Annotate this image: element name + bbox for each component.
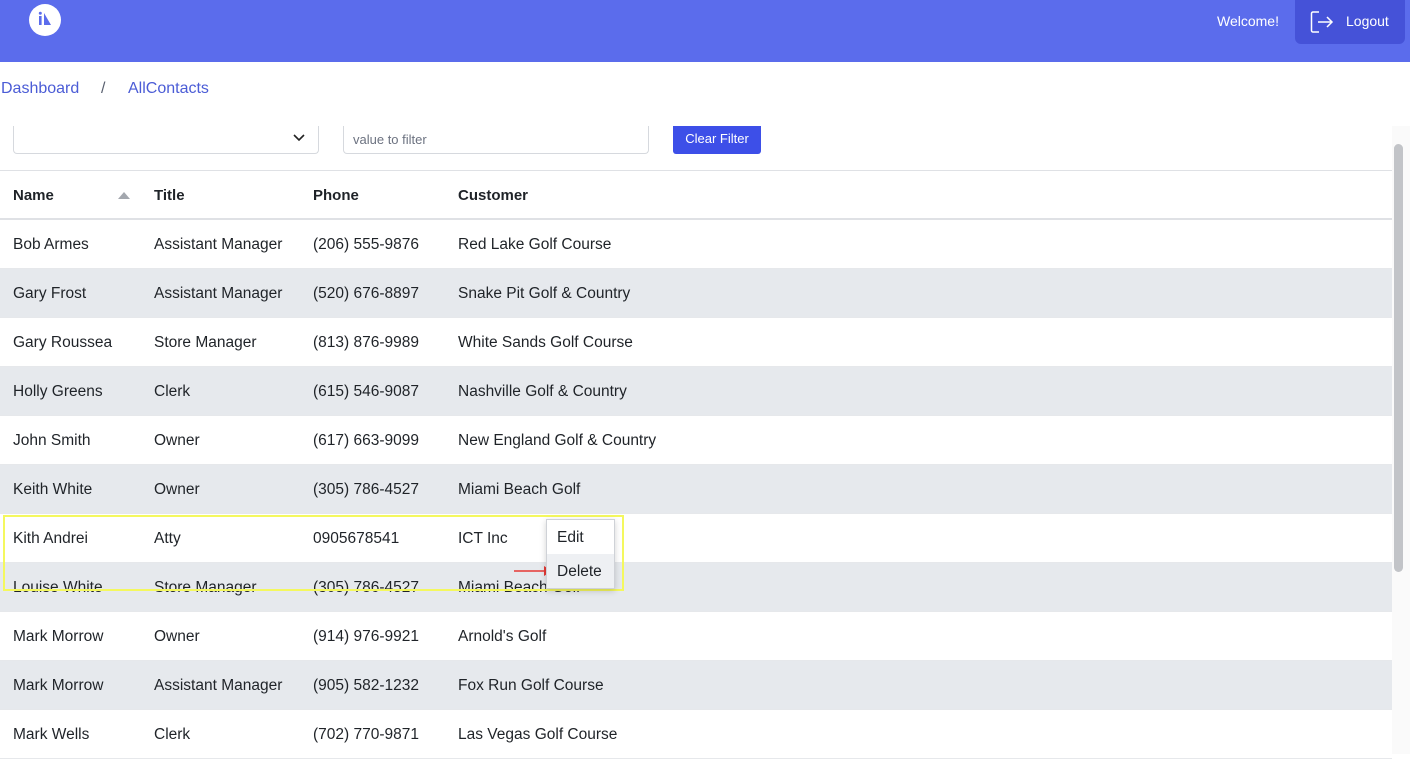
cell-phone: (905) 582-1232 [313,677,419,694]
cell-phone: (813) 876-9989 [313,334,419,351]
cell-name: Holly Greens [13,383,103,400]
cell-title: Assistant Manager [154,677,283,694]
cell-name: Mark Morrow [13,628,104,645]
cell-customer: Nashville Golf & Country [458,383,627,400]
filter-bar: Clear Filter [0,122,1392,162]
table-row[interactable]: Gary Roussea Store Manager (813) 876-9989 W… [0,318,1392,367]
cell-name: Kith Andrei [13,530,88,547]
cell-title: Assistant Manager [154,285,283,302]
column-header-name[interactable]: Name [13,187,54,204]
breadcrumb-allcontacts-link[interactable]: AllContacts [128,80,209,98]
cell-name: Gary Roussea [13,334,113,351]
cell-title: Store Manager [154,334,257,351]
table-row[interactable]: Mark Wells Clerk (702) 770-9871 Las Vegas G… [0,710,1392,759]
cell-name: Gary Frost [13,285,87,302]
cell-phone: (914) 976-9921 [313,628,419,645]
cell-customer: White Sands Golf Course [458,334,633,351]
welcome-text: Welcome! [1217,13,1279,29]
logout-icon [1310,11,1334,33]
breadcrumb-separator: / [101,80,106,97]
cell-name: Louise White [13,579,103,596]
logout-button[interactable]: Logout [1295,0,1405,44]
app-logo-icon[interactable] [29,4,61,36]
cell-phone: (702) 770-9871 [313,726,419,743]
menu-item-edit[interactable]: Edit [547,520,614,554]
cell-name: Mark Wells [13,726,90,743]
cell-phone: 0905678541 [313,530,400,547]
contacts-table: Name Title Phone Customer Bob Armes Assis… [0,170,1392,759]
cell-phone: (617) 663-9099 [313,432,419,449]
cell-customer: ICT Inc [458,530,508,547]
column-header-title[interactable]: Title [154,187,185,204]
cell-phone: (206) 555-9876 [313,236,419,253]
cell-title: Clerk [154,726,191,743]
cell-phone: (305) 786-4527 [313,481,419,498]
filter-column-select[interactable] [13,126,319,154]
table-row[interactable]: Louise White Store Manager (305) 786-4527 M… [0,563,1392,612]
top-navbar: Welcome! Logout [0,0,1410,62]
cell-title: Assistant Manager [154,236,283,253]
cell-title: Owner [154,628,200,645]
logout-label: Logout [1346,13,1389,29]
cell-customer: Fox Run Golf Course [458,677,604,694]
cell-title: Owner [154,481,200,498]
clear-filter-button[interactable]: Clear Filter [673,126,761,154]
column-header-customer[interactable]: Customer [458,187,528,204]
menu-item-delete[interactable]: Delete [547,554,614,588]
table-row[interactable]: Holly Greens Clerk (615) 546-9087 Nashville… [0,367,1392,416]
cell-customer: Snake Pit Golf & Country [458,285,631,302]
table-row[interactable]: Mark Morrow Owner (914) 976-9921 Arnold's G… [0,612,1392,661]
cell-name: Bob Armes [13,236,89,253]
cell-name: Mark Morrow [13,677,104,694]
cell-name: Keith White [13,481,93,498]
cell-title: Owner [154,432,200,449]
table-row[interactable]: John Smith Owner (617) 663-9099 New England… [0,416,1392,465]
table-row[interactable]: Keith White Owner (305) 786-4527 Miami Beac… [0,465,1392,514]
table-row[interactable]: Mark Morrow Assistant Manager (905) 582-12… [0,661,1392,710]
cell-name: John Smith [13,432,91,449]
cell-title: Clerk [154,383,191,400]
scrollbar-thumb[interactable] [1394,144,1403,572]
cell-customer: New England Golf & Country [458,432,657,449]
table-body: Bob Armes Assistant Manager (206) 555-9876… [0,220,1392,759]
table-header: Name Title Phone Customer [0,170,1392,220]
cell-customer: Las Vegas Golf Course [458,726,618,743]
table-row[interactable]: Gary Frost Assistant Manager (520) 676-889… [0,269,1392,318]
cell-customer: Arnold's Golf [458,628,547,645]
sort-ascending-icon[interactable] [118,192,130,199]
filter-value-input[interactable] [343,126,649,154]
chevron-down-icon [293,134,305,142]
row-context-menu: Edit Delete [546,519,615,589]
table-row[interactable]: Bob Armes Assistant Manager (206) 555-9876… [0,220,1392,269]
table-row[interactable]: Kith Andrei Atty 0905678541 ICT Inc [0,514,1392,563]
breadcrumb-dashboard-link[interactable]: Dashboard [1,80,79,98]
cell-title: Atty [154,530,181,547]
cell-phone: (520) 676-8897 [313,285,419,302]
cell-phone: (615) 546-9087 [313,383,419,400]
cell-phone: (305) 786-4527 [313,579,419,596]
cell-customer: Miami Beach Golf [458,481,581,498]
cell-title: Store Manager [154,579,257,596]
column-header-phone[interactable]: Phone [313,187,359,204]
cell-customer: Red Lake Golf Course [458,236,612,253]
